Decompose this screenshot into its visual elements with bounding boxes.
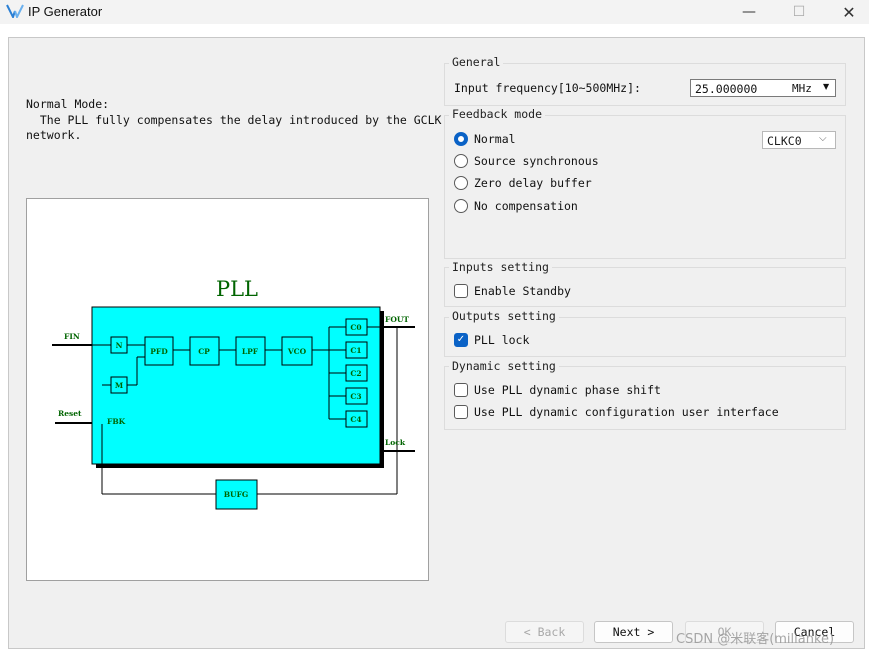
pll-diagram-svg: PLL N M PFD CP LPF VCO C0 C1 C2 C3 C4 BU… bbox=[52, 277, 415, 510]
clock-select[interactable]: CLKC0 ⌵ bbox=[762, 131, 836, 149]
maximize-button[interactable]: ☐ bbox=[776, 0, 822, 24]
feedback-mode-title: Feedback mode bbox=[449, 107, 546, 121]
input-frequency-field[interactable]: 25.000000 MHz ▼ bbox=[690, 79, 836, 97]
next-button[interactable]: Next > bbox=[594, 621, 673, 643]
frequency-unit-select[interactable]: MHz bbox=[792, 82, 812, 95]
mode-description: Normal Mode: The PLL fully compensates t… bbox=[26, 97, 441, 144]
diagram-title: PLL bbox=[216, 277, 258, 301]
dynamic-setting-title: Dynamic setting bbox=[449, 359, 559, 373]
enable-standby-label[interactable]: Enable Standby bbox=[474, 284, 571, 298]
clock-select-value: CLKC0 bbox=[767, 134, 802, 148]
radio-no-compensation[interactable] bbox=[454, 199, 468, 213]
input-frequency-value: 25.000000 bbox=[695, 82, 758, 96]
chevron-down-icon: ⌵ bbox=[819, 133, 827, 144]
check-icon: ✓ bbox=[456, 334, 466, 345]
lpf-label: LPF bbox=[242, 347, 259, 356]
c2-label: C2 bbox=[350, 369, 361, 378]
dynamic-config-ui-label[interactable]: Use PLL dynamic configuration user inter… bbox=[474, 405, 779, 419]
back-button[interactable]: < Back bbox=[505, 621, 584, 643]
minimize-button[interactable]: — bbox=[726, 0, 772, 24]
cp-label: CP bbox=[198, 347, 210, 356]
watermark-text: CSDN @米联客(milianke) bbox=[676, 632, 835, 647]
enable-standby-checkbox[interactable] bbox=[454, 284, 468, 298]
description-line-2: The PLL fully compensates the delay intr… bbox=[26, 112, 442, 127]
radio-normal-label[interactable]: Normal bbox=[474, 132, 516, 146]
close-button[interactable]: ✕ bbox=[826, 0, 869, 24]
fout-label: FOUT bbox=[385, 315, 409, 324]
dynamic-setting-group bbox=[444, 366, 846, 430]
description-line-3: network. bbox=[26, 128, 82, 142]
n-label: N bbox=[116, 341, 123, 350]
outputs-setting-title: Outputs setting bbox=[449, 309, 559, 323]
inputs-setting-title: Inputs setting bbox=[449, 260, 552, 274]
dynamic-config-ui-checkbox[interactable] bbox=[454, 405, 468, 419]
pll-lock-checkbox[interactable]: ✓ bbox=[454, 333, 468, 347]
pll-lock-label[interactable]: PLL lock bbox=[474, 333, 529, 347]
input-frequency-label: Input frequency[10~500MHz]: bbox=[454, 81, 641, 95]
fin-label: FIN bbox=[64, 332, 80, 341]
dynamic-phase-shift-label[interactable]: Use PLL dynamic phase shift bbox=[474, 383, 661, 397]
reset-label: Reset bbox=[58, 409, 82, 418]
title-bar: IP Generator — ☐ ✕ bbox=[0, 0, 869, 24]
m-label: M bbox=[115, 381, 123, 390]
c4-label: C4 bbox=[350, 415, 361, 424]
fbk-label: FBK bbox=[107, 417, 126, 426]
c3-label: C3 bbox=[350, 392, 361, 401]
dropdown-arrow-icon[interactable]: ▼ bbox=[823, 82, 829, 91]
dynamic-phase-shift-checkbox[interactable] bbox=[454, 383, 468, 397]
radio-zero-delay-buffer[interactable] bbox=[454, 176, 468, 190]
description-line-1: Normal Mode: bbox=[26, 97, 110, 111]
radio-source-synchronous-label[interactable]: Source synchronous bbox=[474, 154, 599, 168]
window-title: IP Generator bbox=[28, 4, 103, 19]
c0-label: C0 bbox=[350, 323, 361, 332]
bufg-label: BUFG bbox=[224, 490, 249, 499]
pll-diagram: PLL N M PFD CP LPF VCO C0 C1 C2 C3 C4 BU… bbox=[26, 198, 429, 581]
lock-label: Lock bbox=[385, 438, 406, 447]
radio-zero-delay-buffer-label[interactable]: Zero delay buffer bbox=[474, 176, 592, 190]
c1-label: C1 bbox=[350, 346, 361, 355]
general-title: General bbox=[449, 55, 504, 69]
radio-source-synchronous[interactable] bbox=[454, 154, 468, 168]
radio-normal[interactable] bbox=[454, 132, 468, 146]
radio-no-compensation-label[interactable]: No compensation bbox=[474, 199, 578, 213]
pfd-label: PFD bbox=[150, 347, 168, 356]
vco-label: VCO bbox=[287, 347, 307, 356]
app-logo-icon bbox=[6, 4, 24, 18]
